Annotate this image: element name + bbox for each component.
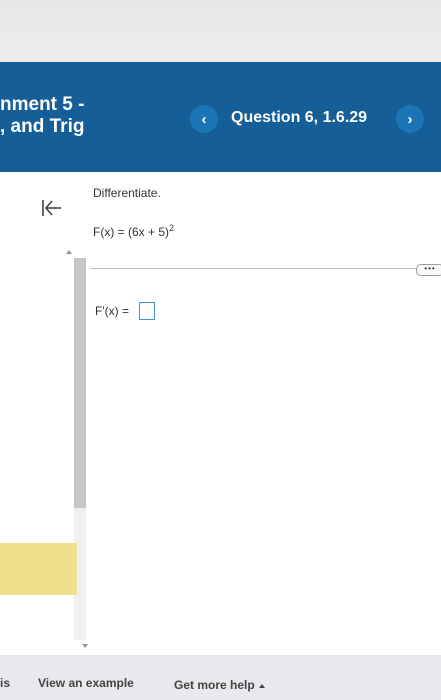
function-expression: F(x) = (6x + 5)2 [93,223,174,239]
assignment-title: nment 5 - , and Trig [0,94,84,138]
collapse-left-icon[interactable] [40,198,64,218]
scroll-up-arrow-icon[interactable] [66,250,72,254]
function-exponent: 2 [169,223,175,233]
assignment-title-line1: nment 5 - [0,94,85,115]
top-background [0,0,441,62]
get-more-help-button[interactable]: Get more help [174,678,265,692]
function-base: F(x) = (6x + 5) [93,225,170,239]
chevron-right-icon: › [407,110,413,128]
caret-up-icon [258,683,265,688]
answer-label: F'(x) = [95,304,129,318]
chevron-left-icon: ‹ [201,110,207,128]
scrollbar-thumb[interactable] [74,258,86,508]
more-options-button[interactable]: ••• [416,264,441,276]
question-label: Question 6, 1.6.29 [231,109,368,126]
problem-divider [90,268,428,269]
get-more-help-label: Get more help [174,678,255,692]
previous-question-button[interactable]: ‹ [190,105,218,133]
problem-instruction: Differentiate. [93,186,161,200]
assignment-title-line2: , and Trig [0,116,85,137]
view-example-button[interactable]: View an example [38,676,134,690]
scroll-down-arrow-icon[interactable] [82,644,88,648]
next-question-button[interactable]: › [396,105,424,133]
bottom-left-text: is [0,676,11,690]
answer-input[interactable] [139,302,155,320]
sidebar-highlight [0,543,77,595]
